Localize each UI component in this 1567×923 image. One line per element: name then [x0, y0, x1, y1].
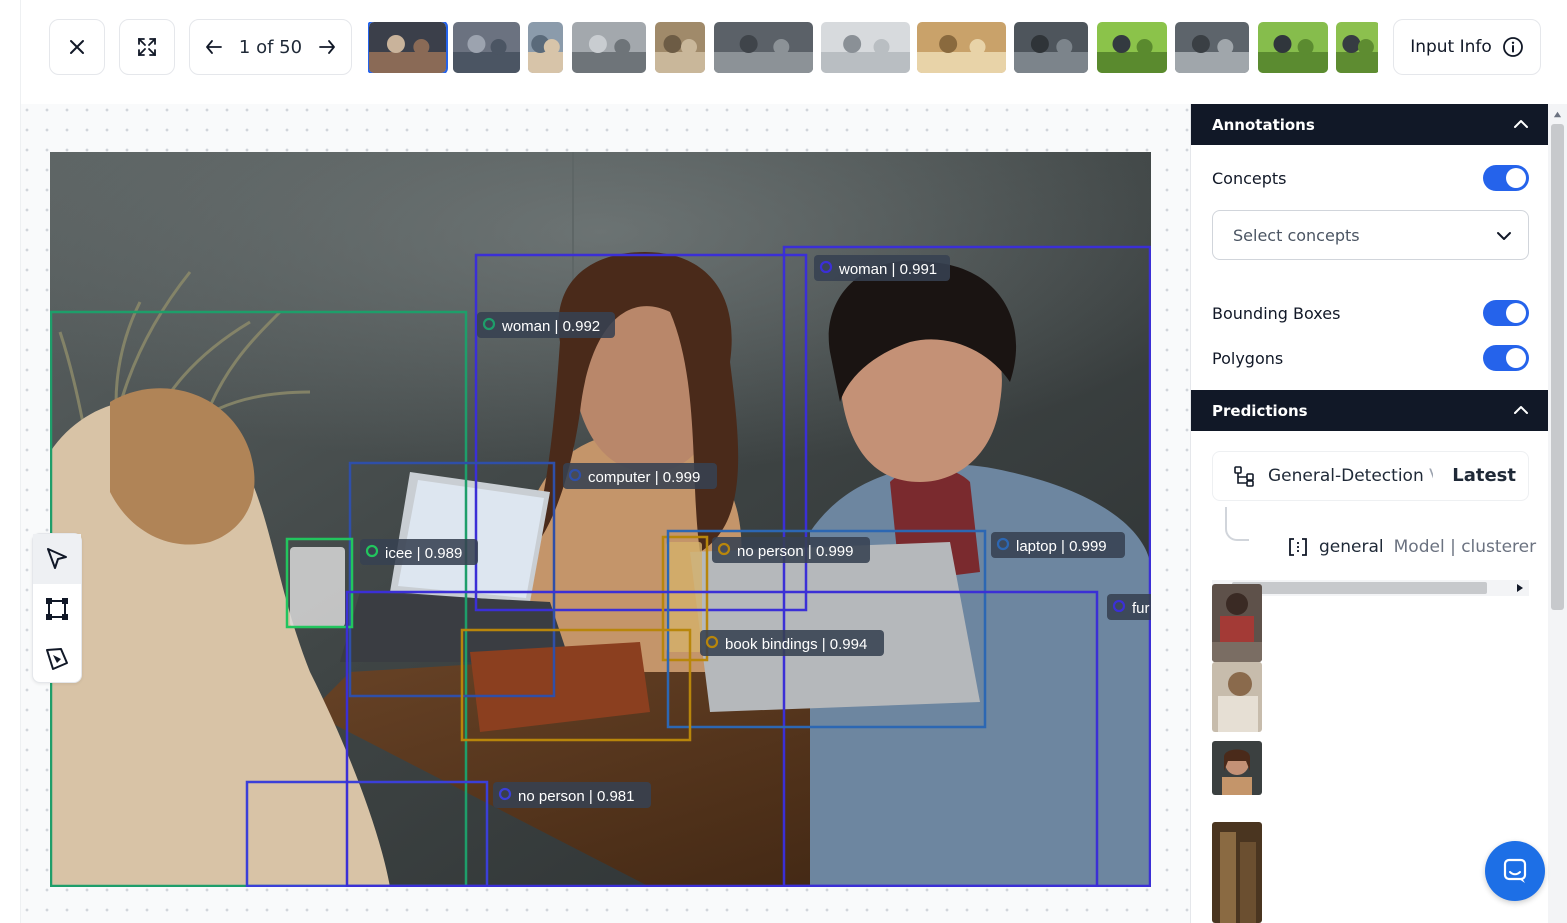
pointer-icon — [47, 548, 67, 569]
chevron-up-icon — [1514, 120, 1528, 128]
detection-label-text: computer | 0.999 — [588, 469, 700, 486]
top-toolbar: 1 of 50 Input Info — [21, 0, 1567, 104]
left-edge — [0, 0, 21, 923]
tool-palette — [32, 533, 82, 683]
cluster-result-thumb[interactable] — [1212, 822, 1262, 923]
chevron-up-icon — [1514, 406, 1528, 414]
detection-label[interactable]: book bindings | 0.994 — [700, 630, 884, 656]
thumbnail-dog-grass[interactable] — [1258, 22, 1328, 73]
sub-model-type: Model | clusterer — [1393, 537, 1537, 557]
thumbnail-crowd-street[interactable] — [453, 22, 520, 73]
input-navigator: 1 of 50 — [189, 19, 352, 75]
model-name: General-Detection V — [1268, 466, 1433, 486]
model-selector[interactable]: General-Detection V Latest — [1212, 451, 1529, 501]
detection-label[interactable]: laptop | 0.999 — [991, 532, 1125, 558]
concepts-label: Concepts — [1212, 169, 1287, 188]
thumbnail-traffic[interactable] — [714, 22, 813, 73]
workflow-icon — [1234, 466, 1254, 487]
sub-model-name: general — [1319, 537, 1384, 557]
polygons-toggle[interactable] — [1483, 345, 1529, 371]
thumbnail-wedding-crowd[interactable] — [1175, 22, 1249, 73]
select-concepts-placeholder: Select concepts — [1233, 225, 1360, 245]
close-button[interactable] — [49, 19, 105, 75]
concepts-select[interactable]: Select concepts — [1212, 210, 1529, 260]
annotations-title: Annotations — [1212, 115, 1315, 134]
thumbnail-city-street[interactable] — [572, 22, 646, 73]
thumbnail-group-selfie[interactable] — [528, 22, 563, 73]
scroll-up-icon[interactable] — [1553, 110, 1562, 119]
vertical-scrollbar[interactable] — [1548, 104, 1567, 923]
chevron-down-icon — [1497, 232, 1511, 240]
detection-label[interactable]: woman | 0.991 — [814, 255, 950, 281]
tree-connector — [1225, 507, 1249, 541]
thumbnail-dog-grass[interactable] — [1097, 22, 1167, 73]
polygons-label: Polygons — [1212, 349, 1284, 368]
concepts-toggle[interactable] — [1483, 165, 1529, 191]
thumbnail-strip — [368, 22, 1378, 73]
fullscreen-button[interactable] — [119, 19, 175, 75]
detection-label-text: fur — [1132, 600, 1150, 617]
image-with-detections: woman | 0.992 woman | 0.991 computer | 0.9… — [50, 152, 1151, 887]
detection-label[interactable]: no person | 0.999 — [712, 537, 870, 563]
thumbnail-dog-grass[interactable] — [1336, 22, 1378, 73]
select-tool[interactable] — [33, 534, 81, 584]
cluster-result-thumb[interactable] — [1212, 584, 1262, 662]
detection-label-text: laptop | 0.999 — [1016, 538, 1107, 555]
thumbnail-restaurant[interactable] — [655, 22, 705, 73]
arrow-left-icon[interactable] — [204, 37, 224, 57]
detection-label[interactable]: icee | 0.989 — [360, 539, 478, 565]
annotations-header[interactable]: Annotations — [1191, 104, 1549, 145]
predictions-title: Predictions — [1212, 401, 1308, 420]
expand-icon — [138, 38, 156, 56]
close-icon — [70, 40, 84, 54]
cluster-result-thumb[interactable] — [1212, 741, 1262, 795]
sub-model-row[interactable]: general Model | clusterer — [1287, 534, 1536, 560]
input-counter: 1 of 50 — [238, 36, 303, 58]
detection-label-text: book bindings | 0.994 — [725, 636, 867, 653]
cluster-result-thumb[interactable] — [1212, 662, 1262, 732]
bounding-boxes-label: Bounding Boxes — [1212, 304, 1341, 323]
info-icon — [1502, 37, 1523, 57]
input-info-button[interactable]: Input Info — [1393, 19, 1541, 75]
detection-label[interactable]: no person | 0.981 — [493, 782, 651, 808]
detection-label-text: woman | 0.992 — [501, 318, 600, 335]
model-version: Latest — [1452, 465, 1516, 486]
detection-label[interactable]: woman | 0.992 — [477, 312, 615, 338]
thumbnail-snow-crowd[interactable] — [821, 22, 910, 73]
bounding-box-icon — [46, 598, 68, 620]
predictions-header[interactable]: Predictions — [1191, 390, 1549, 431]
detection-label[interactable]: computer | 0.999 — [563, 463, 717, 489]
polygon-tool[interactable] — [33, 634, 81, 684]
thumbnail-crowd-dark[interactable] — [1014, 22, 1088, 73]
thumbnail-glass-drink[interactable] — [917, 22, 1006, 73]
chat-icon — [1503, 858, 1527, 883]
detection-label[interactable]: fur — [1107, 594, 1151, 620]
detection-label-text: no person | 0.981 — [518, 788, 634, 805]
bounding-boxes-toggle[interactable] — [1483, 300, 1529, 326]
detection-label-text: icee | 0.989 — [385, 545, 462, 562]
input-image[interactable]: woman | 0.992 woman | 0.991 computer | 0.9… — [50, 152, 1151, 887]
side-panel: Annotations Concepts Select concepts Bou… — [1190, 104, 1549, 923]
bounding-box-tool[interactable] — [33, 584, 81, 634]
arrow-right-icon[interactable] — [317, 37, 337, 57]
detection-label-text: woman | 0.991 — [838, 261, 937, 278]
chat-button[interactable] — [1485, 841, 1545, 901]
polygon-pen-icon — [46, 648, 68, 670]
vertical-scroll-thumb[interactable] — [1551, 124, 1564, 610]
model-icon — [1289, 538, 1307, 556]
horizontal-scroll-thumb[interactable] — [1232, 582, 1487, 594]
detection-label-text: no person | 0.999 — [737, 543, 853, 560]
scroll-right-icon[interactable] — [1515, 583, 1525, 593]
thumbnail-cafe-group[interactable] — [368, 22, 448, 73]
input-info-label: Input Info — [1410, 37, 1492, 57]
